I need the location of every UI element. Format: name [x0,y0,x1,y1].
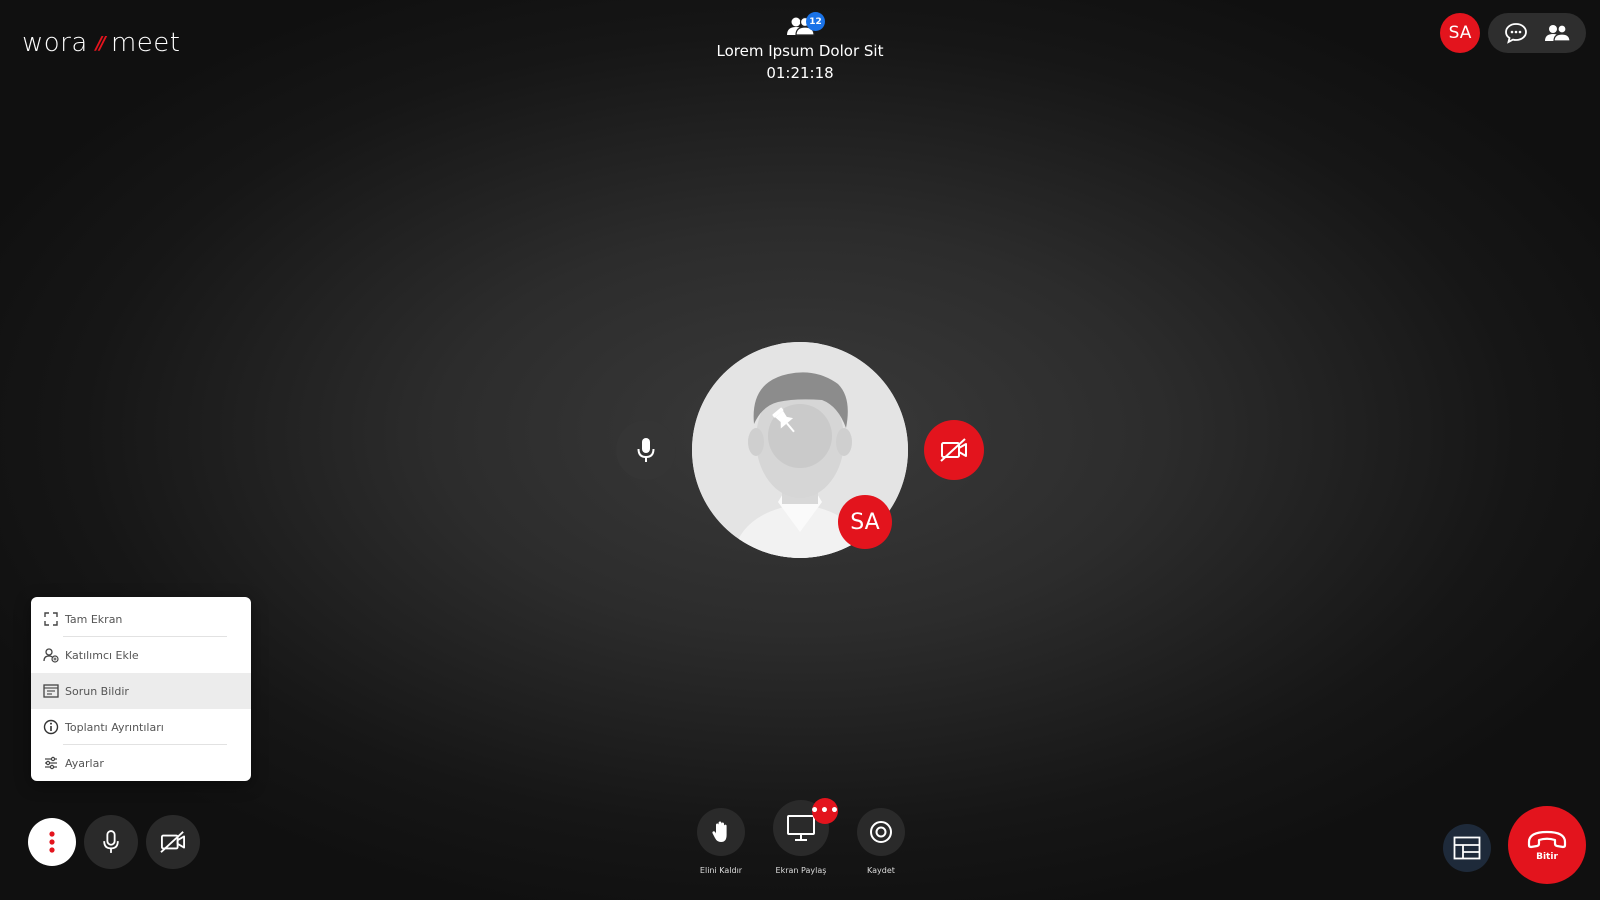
pin-participant-button[interactable] [768,404,832,468]
kebab-menu-icon [49,831,55,853]
chat-button[interactable] [1498,15,1534,51]
menu-item-settings[interactable]: Ayarlar [31,745,251,781]
participant-stage: SA [0,342,1600,560]
hang-up-icon [1527,830,1567,849]
raise-hand-circle [697,808,745,856]
share-screen-button[interactable]: ••• Ekran Paylaş [770,798,839,875]
hand-icon [712,821,727,842]
menu-item-report-issue[interactable]: Sorun Bildir [31,673,251,709]
menu-item-meeting-details[interactable]: Toplantı Ayrıntıları [31,709,251,745]
layout-toggle-button[interactable] [1443,824,1491,872]
report-icon [43,684,59,698]
menu-item-fullscreen[interactable]: Tam Ekran [31,601,251,637]
raise-hand-label: Elini Kaldır [699,866,743,875]
meeting-title: Lorem Ipsum Dolor Sit [716,42,884,60]
side-panel-toggles [1488,13,1586,53]
bottom-left-controls [28,815,200,869]
share-screen-label: Ekran Paylaş [775,866,827,875]
record-label: Kaydet [867,866,895,875]
participant-count-indicator[interactable]: 12 [780,12,825,40]
menu-item-add-participant[interactable]: Katılımcı Ekle [31,637,251,673]
microphone-icon [103,830,119,853]
participant-mic-indicator[interactable] [616,420,676,480]
top-right-controls: SA [1440,13,1586,53]
add-participant-icon [43,648,59,663]
participant-camera-indicator[interactable] [924,420,984,480]
menu-item-label: Tam Ekran [65,612,123,626]
more-options-button[interactable] [28,818,76,866]
end-call-button[interactable]: Bitir [1508,806,1586,884]
layout-grid-icon [1453,836,1481,860]
record-icon [870,821,892,843]
meeting-duration: 01:21:18 [766,64,834,82]
record-circle [857,808,905,856]
menu-item-label: Katılımcı Ekle [65,648,139,662]
end-call-label: Bitir [1536,852,1558,862]
pin-icon [772,407,795,433]
menu-item-label: Toplantı Ayrıntıları [65,720,164,734]
user-avatar[interactable]: SA [1440,13,1480,53]
settings-icon [45,756,57,770]
record-button[interactable]: Kaydet [850,808,912,875]
meeting-info: 12 Lorem Ipsum Dolor Sit 01:21:18 [0,12,1600,82]
participants-icon [1545,24,1571,42]
info-icon [43,719,59,735]
raise-hand-button[interactable]: Elini Kaldır [690,808,752,875]
meeting-actions: Elini Kaldır ••• Ekran Paylaş Kaydet [690,798,912,875]
participant-initials-badge: SA [838,495,892,549]
menu-item-label: Sorun Bildir [65,684,129,698]
camera-off-icon [940,438,967,462]
more-options-menu: Tam Ekran Katılımcı Ekle Sorun Bildir To… [31,597,251,781]
fullscreen-icon [44,612,58,626]
microphone-toggle-button[interactable] [84,815,138,869]
chat-icon [1505,23,1527,44]
menu-item-label: Ayarlar [65,756,104,770]
participant-count-badge: 12 [806,12,825,31]
share-options-badge[interactable]: ••• [810,798,839,824]
microphone-icon [637,438,655,462]
camera-off-icon [160,831,186,853]
participants-button[interactable] [1540,15,1576,51]
camera-toggle-button[interactable] [146,815,200,869]
